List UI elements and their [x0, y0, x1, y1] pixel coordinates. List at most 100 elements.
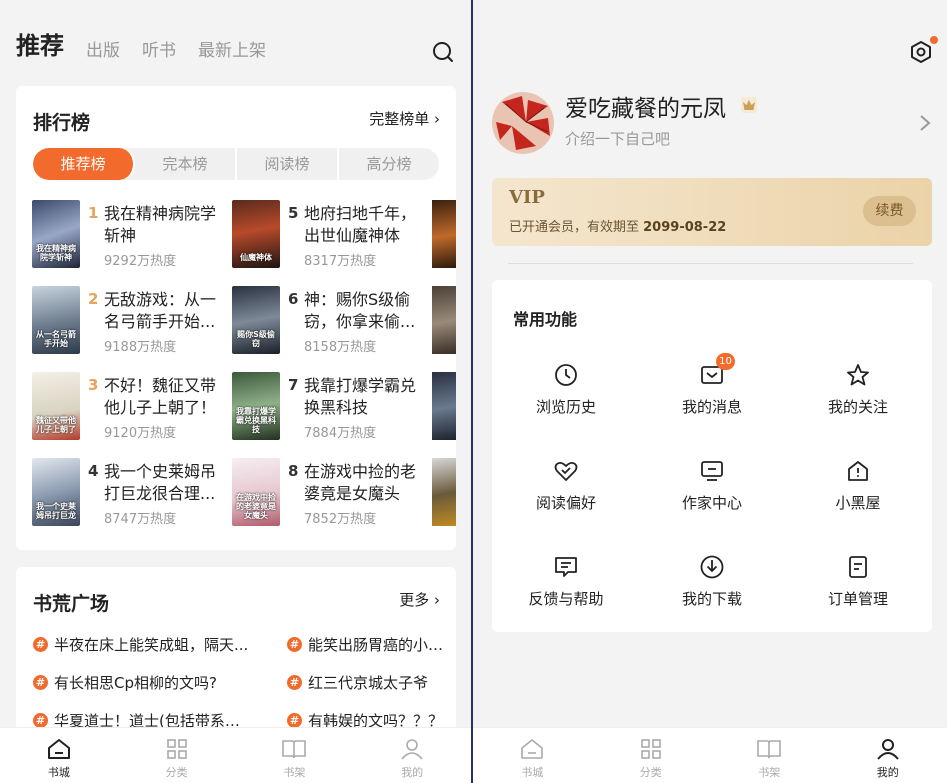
book-rank: 5 [288, 204, 299, 222]
blacklist-button[interactable]: 小黑屋 [798, 458, 918, 518]
hash-icon: # [33, 636, 48, 652]
tabbar-bookstore[interactable]: 书城 [473, 728, 592, 783]
notification-dot [930, 36, 938, 44]
book-heat: 8747万热度 [104, 512, 177, 527]
book-cover-partial [432, 458, 456, 526]
book-rank: 4 [88, 462, 99, 480]
download-icon [700, 555, 724, 579]
bottom-tabbar: 书城 分类 书架 我的 [473, 727, 947, 783]
book-item[interactable]: 我靠打爆学霸兑换黑科技 7 我靠打爆学霸兑换黑科技 7884万热度 [232, 372, 422, 441]
book-item[interactable]: 我一个史莱姆吊打巨龙 4 我一个史莱姆吊打巨龙很合理... 8747万热度 [32, 458, 222, 527]
common-functions-card: 常用功能 浏览历史 10 我的消息 我的关注 阅读偏好 作家中心 小黑屋 反馈与… [492, 280, 932, 632]
tab-recommend[interactable]: 推荐 [16, 26, 64, 61]
tabbar-mine[interactable]: 我的 [353, 728, 471, 783]
book-cover: 我靠打爆学霸兑换黑科技 [232, 372, 280, 440]
tabbar-bookstore[interactable]: 书城 [0, 728, 118, 783]
square-title: 书荒广场 [33, 593, 110, 615]
tabbar-category[interactable]: 分类 [592, 728, 711, 783]
book-item[interactable]: 在游戏中捡的老婆竟是女魔头 8 在游戏中捡的老婆竟是女魔头 7852万热度 [232, 458, 422, 527]
book-cover: 魏征又带他儿子上朝了 [32, 372, 80, 440]
tabbar-mine[interactable]: 我的 [829, 728, 947, 783]
book-item[interactable]: 我在精神病院学斩神 1 我在精神病院学斩神 9292万热度 [32, 200, 222, 269]
feedback-button[interactable]: 反馈与帮助 [506, 554, 626, 614]
home-icon [47, 739, 70, 759]
downloads-button[interactable]: 我的下载 [652, 554, 772, 614]
following-button[interactable]: 我的关注 [798, 362, 918, 422]
book-item[interactable]: 赐你S级偷窃 6 神：赐你S级偷窃，你拿来偷... 8158万热度 [232, 286, 422, 355]
book-cover: 仙魔神体 [232, 200, 280, 268]
ranking-card: 排行榜 完整榜单 › 推荐榜 完本榜 阅读榜 高分榜 我在精神病院学斩神 1 我… [16, 86, 456, 550]
book-heat: 9120万热度 [104, 426, 177, 441]
more-link[interactable]: 更多 › [399, 589, 440, 610]
book-heat: 9292万热度 [104, 254, 177, 269]
book-cover-partial [432, 200, 456, 268]
topic-item[interactable]: # 有长相思Cp相柳的文吗? [33, 671, 253, 693]
ranking-title: 排行榜 [33, 112, 91, 134]
vip-crown-icon [741, 97, 757, 113]
hash-icon: # [287, 636, 302, 652]
messages-button[interactable]: 10 我的消息 [652, 353, 772, 422]
subtab-recommend-rank[interactable]: 推荐榜 [33, 148, 135, 180]
book-title: 神：赐你S级偷窃，你拿来偷... [304, 290, 416, 331]
bottom-tabbar: 书城 分类 书架 我的 [0, 727, 471, 783]
tabbar-bookshelf[interactable]: 书架 [236, 728, 354, 783]
book-title: 不好！魏征又带他儿子上朝了！ [104, 376, 217, 417]
book-heat: 9188万热度 [104, 340, 177, 355]
full-list-link[interactable]: 完整榜单 › [369, 108, 440, 129]
book-title: 在游戏中捡的老婆竟是女魔头 [304, 462, 417, 503]
topic-item[interactable]: # 半夜在床上能笑成蛆，隔天... [33, 633, 253, 655]
book-square-card: 书荒广场 更多 › # 半夜在床上能笑成蛆，隔天... # 能笑出肠胃癌的小说， #… [16, 567, 456, 737]
book-title: 我一个史莱姆吊打巨龙很合理... [104, 462, 217, 503]
history-button[interactable]: 浏览历史 [506, 362, 626, 422]
book-cover-partial [432, 372, 456, 440]
chevron-right-icon[interactable] [919, 114, 931, 132]
tabbar-category[interactable]: 分类 [118, 728, 236, 783]
book-heat: 7884万热度 [304, 426, 377, 441]
feedback-icon [555, 557, 577, 577]
book-title: 我靠打爆学霸兑换黑科技 [304, 376, 417, 417]
book-title: 我在精神病院学斩神 [104, 204, 217, 245]
book-cover: 我一个史莱姆吊打巨龙 [32, 458, 80, 526]
book-cover-partial [432, 286, 456, 354]
orders-button[interactable]: 订单管理 [798, 554, 918, 614]
book-rank: 3 [88, 376, 99, 394]
clock-icon [555, 364, 577, 386]
book-rank: 8 [288, 462, 299, 480]
book-item[interactable]: 魏征又带他儿子上朝了 3 不好！魏征又带他儿子上朝了！ 9120万热度 [32, 372, 222, 441]
subtab-highscore-rank[interactable]: 高分榜 [339, 148, 439, 180]
hash-icon: # [33, 712, 48, 728]
topic-item[interactable]: # 能笑出肠胃癌的小说， [287, 633, 456, 655]
book-title: 无敌游戏：从一名弓箭手开始... [104, 290, 217, 331]
author-center-button[interactable]: 作家中心 [652, 458, 772, 518]
book-rank: 7 [288, 376, 299, 394]
subtab-completed-rank[interactable]: 完本榜 [135, 148, 237, 180]
book-item[interactable]: 仙魔神体 5 地府扫地千年，出世仙魔神体 8317万热度 [232, 200, 422, 269]
search-icon[interactable] [431, 40, 455, 64]
topic-item[interactable]: # 红三代京城太子爷 [287, 671, 456, 693]
profile-intro: 介绍一下自己吧 [565, 130, 671, 148]
settings-icon[interactable] [909, 40, 933, 64]
renew-button[interactable]: 续费 [863, 196, 916, 226]
vip-banner[interactable]: VIP 已开通会员，有效期至 2099-08-22 续费 [492, 178, 932, 246]
book-rank: 2 [88, 290, 99, 308]
more-label: 更多 [399, 591, 430, 609]
tabbar-bookshelf[interactable]: 书架 [710, 728, 829, 783]
book-cover: 赐你S级偷窃 [232, 286, 280, 354]
tab-audiobook[interactable]: 听书 [142, 36, 176, 61]
tab-new-arrivals[interactable]: 最新上架 [198, 36, 266, 61]
book-icon [757, 740, 782, 759]
subtab-reading-rank[interactable]: 阅读榜 [237, 148, 339, 180]
avatar[interactable] [492, 92, 554, 154]
top-tabs: 推荐 出版 听书 最新上架 [16, 26, 266, 61]
book-heat: 7852万热度 [304, 512, 377, 527]
heart-icon [554, 461, 578, 481]
book-item[interactable]: 从一名弓箭手开始 2 无敌游戏：从一名弓箭手开始... 9188万热度 [32, 286, 222, 355]
vip-desc: 已开通会员，有效期至 2099-08-22 [509, 220, 727, 235]
book-cover: 从一名弓箭手开始 [32, 286, 80, 354]
reading-preference-button[interactable]: 阅读偏好 [506, 458, 626, 518]
hash-icon: # [287, 674, 302, 690]
book-heat: 8317万热度 [304, 254, 377, 269]
tab-publish[interactable]: 出版 [86, 36, 120, 61]
profile-pane: 爱吃藏餐的元凤 介绍一下自己吧 VIP 已开通会员，有效期至 2099-08-2… [473, 0, 947, 783]
message-badge: 10 [716, 353, 735, 370]
